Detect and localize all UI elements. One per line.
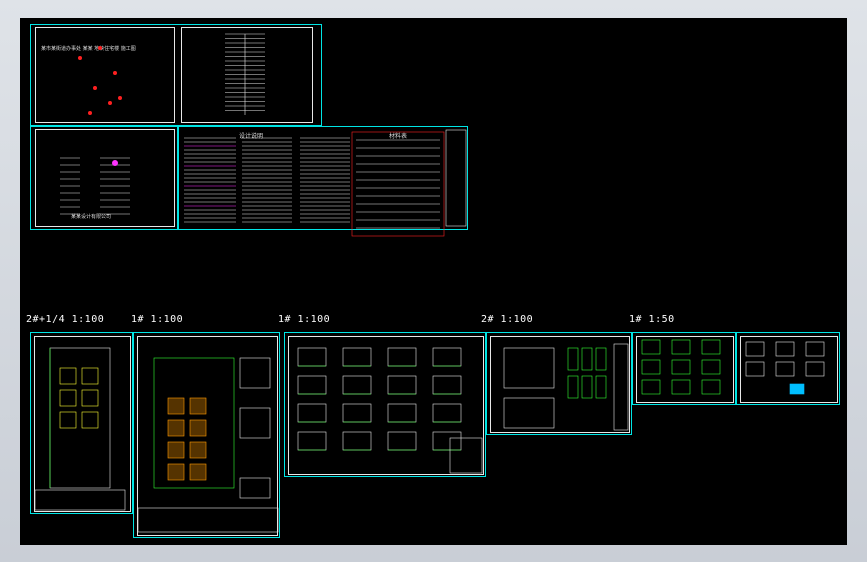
detail1-item-4 — [671, 359, 691, 375]
plan2-room-1 — [81, 367, 99, 385]
elev2-view-b — [503, 397, 555, 429]
detail1-item-1 — [671, 339, 691, 355]
plan1-room-4 — [167, 441, 185, 459]
plan2-room-5 — [81, 411, 99, 429]
plan2-room-2 — [59, 389, 77, 407]
cad-drawing-canvas[interactable]: 某市某街道办事处 某某 地块住宅楼 施工图 某某设计有限公司 设计说明 材料表 … — [20, 18, 847, 545]
elev1-view-3-1 — [342, 431, 372, 451]
elev1-view-2-1 — [342, 403, 372, 423]
detail1-item-2 — [701, 339, 721, 355]
elev1-view-0-2 — [387, 347, 417, 367]
elev1-view-2-3 — [432, 403, 462, 423]
plan1-room-6 — [167, 463, 185, 481]
elev2-title-block — [613, 343, 629, 431]
cover-ornament-4 — [108, 101, 112, 105]
cad-linework — [34, 33, 825, 533]
detail2-item-2 — [805, 341, 825, 357]
plan2-room-0 — [59, 367, 77, 385]
detail1-item-8 — [701, 379, 721, 395]
plan1-room-5 — [189, 441, 207, 459]
cover-ornament-3 — [93, 86, 97, 90]
plan1-room-2 — [167, 419, 185, 437]
detail1-item-5 — [701, 359, 721, 375]
plan1-detail-c — [239, 477, 271, 499]
plan2-room-3 — [81, 389, 99, 407]
plan2-title-block — [34, 489, 126, 511]
material-table-red-frame — [351, 131, 445, 237]
cover-ornament-0 — [78, 56, 82, 60]
elev1-view-0-3 — [432, 347, 462, 367]
detail1-item-0 — [641, 339, 661, 355]
elev1-view-2-2 — [387, 403, 417, 423]
detail2-item-1 — [775, 341, 795, 357]
elev2-window-3 — [567, 375, 579, 399]
elev2-window-2 — [595, 347, 607, 371]
detail1-item-6 — [641, 379, 661, 395]
plan1-detail-a — [239, 357, 271, 389]
elev1-view-1-2 — [387, 375, 417, 395]
cover-ornament-1 — [98, 46, 102, 50]
plan1-room-7 — [189, 463, 207, 481]
elev1-view-1-1 — [342, 375, 372, 395]
detail1-item-7 — [671, 379, 691, 395]
elev1-view-3-0 — [297, 431, 327, 451]
detail2-item-0 — [745, 341, 765, 357]
elev2-view-a — [503, 347, 555, 389]
elev1-view-0-0 — [297, 347, 327, 367]
elev1-view-3-2 — [387, 431, 417, 451]
detail2-item-5 — [805, 361, 825, 377]
elev1-view-1-3 — [432, 375, 462, 395]
elev1-view-1-0 — [297, 375, 327, 395]
elev2-window-5 — [595, 375, 607, 399]
plan2-outline — [49, 347, 111, 489]
plan1-room-3 — [189, 419, 207, 437]
detail1-item-3 — [641, 359, 661, 375]
elev2-window-0 — [567, 347, 579, 371]
elev2-window-4 — [581, 375, 593, 399]
elev2-window-1 — [581, 347, 593, 371]
cover-ornament-2 — [113, 71, 117, 75]
plan2-room-4 — [59, 411, 77, 429]
elev1-title-block — [449, 437, 483, 474]
plan1-room-1 — [189, 397, 207, 415]
plan1-room-0 — [167, 397, 185, 415]
cover-ornament-5 — [88, 111, 92, 115]
detail2-item-3 — [745, 361, 765, 377]
elev1-view-3-3 — [432, 431, 462, 451]
elev1-view-2-0 — [297, 403, 327, 423]
elev1-view-0-1 — [342, 347, 372, 367]
detail2-swatch — [789, 383, 805, 395]
title-block-notes — [445, 129, 467, 227]
detail2-item-4 — [775, 361, 795, 377]
legend-dot — [112, 160, 118, 166]
plan1-detail-b — [239, 407, 271, 439]
plan1-title-block — [137, 507, 279, 533]
cover-ornament-6 — [118, 96, 122, 100]
